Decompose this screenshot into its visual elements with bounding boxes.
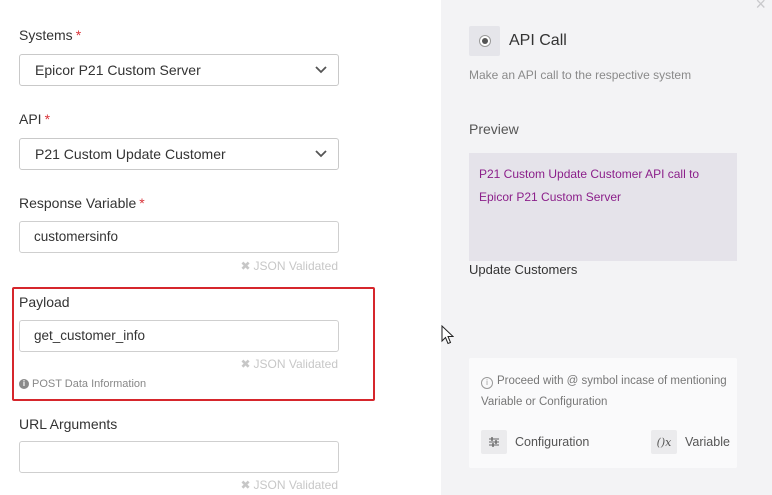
variable-fx-icon: ()x	[651, 430, 677, 454]
preview-box: P21 Custom Update Customer API call to E…	[469, 153, 737, 261]
x-icon: ✖	[240, 357, 251, 371]
action-form-panel: Systems * Epicor P21 Custom Server API * P…	[0, 0, 441, 495]
variable-chip[interactable]: ()x Variable	[651, 430, 730, 454]
systems-label: Systems *	[19, 27, 82, 43]
close-icon[interactable]: ×	[755, 0, 766, 15]
radio-icon[interactable]	[469, 26, 500, 56]
preview-line-2: Epicor P21 Custom Server	[479, 190, 622, 204]
post-data-info[interactable]: i POST Data Information	[19, 378, 146, 390]
json-validated-status: ✖ JSON Validated	[240, 259, 338, 273]
sliders-icon	[481, 430, 507, 454]
api-select[interactable]: P21 Custom Update Customer	[19, 138, 339, 170]
response-variable-label: Response Variable *	[19, 195, 145, 211]
x-icon: ✖	[240, 259, 251, 273]
url-arguments-label: URL Arguments	[19, 416, 118, 432]
payload-input[interactable]: get_customer_info	[19, 320, 339, 352]
chevron-down-icon	[315, 66, 327, 74]
response-variable-input[interactable]: customersinfo	[19, 221, 339, 253]
payload-label: Payload	[19, 294, 70, 310]
info-icon: i	[481, 377, 493, 389]
preview-label: Preview	[469, 121, 519, 137]
help-text: i Proceed with @ symbol incase of mention…	[481, 375, 727, 408]
json-validated-status: ✖ JSON Validated	[240, 478, 338, 492]
response-variable-value: customersinfo	[34, 229, 119, 244]
action-description: Make an API call to the respective syste…	[469, 68, 692, 82]
required-asterisk: *	[44, 111, 51, 127]
node-name: Update Customers	[469, 262, 578, 277]
url-arguments-input[interactable]	[19, 441, 339, 473]
mouse-cursor-icon	[441, 325, 454, 345]
systems-select-value: Epicor P21 Custom Server	[35, 62, 201, 78]
x-icon: ✖	[240, 478, 251, 492]
help-card: i Proceed with @ symbol incase of mention…	[469, 358, 737, 468]
info-icon: i	[19, 379, 29, 389]
configuration-chip[interactable]: Configuration	[481, 430, 589, 454]
action-title: API Call	[509, 32, 567, 49]
systems-select[interactable]: Epicor P21 Custom Server	[19, 54, 339, 86]
required-asterisk: *	[75, 27, 82, 43]
payload-value: get_customer_info	[34, 328, 146, 343]
required-asterisk: *	[139, 195, 145, 211]
json-validated-status: ✖ JSON Validated	[240, 357, 338, 371]
preview-line-1: P21 Custom Update Customer API call to	[479, 167, 700, 181]
chevron-down-icon	[315, 150, 327, 158]
api-label: API *	[19, 111, 51, 127]
api-select-value: P21 Custom Update Customer	[35, 146, 226, 162]
